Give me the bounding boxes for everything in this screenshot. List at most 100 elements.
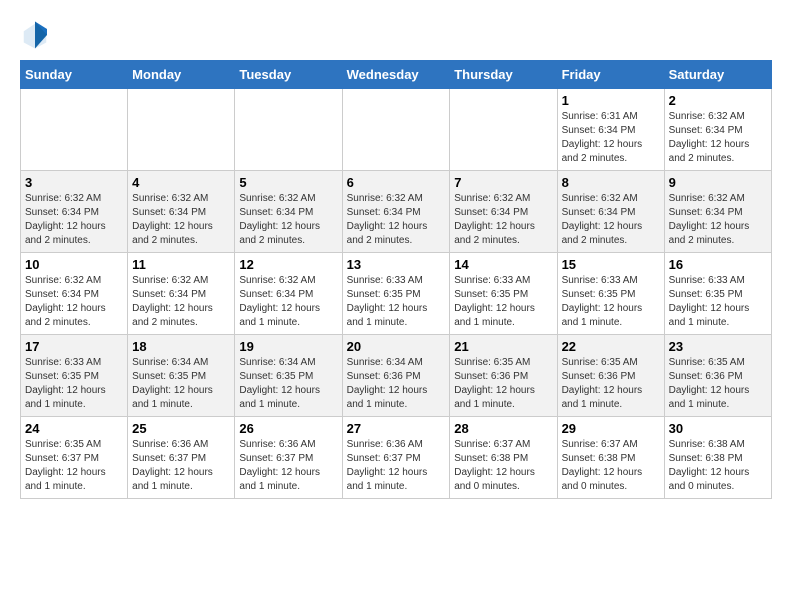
weekday-header-cell: Wednesday	[342, 61, 450, 89]
calendar-day-cell: 11 Sunrise: 6:32 AM Sunset: 6:34 PM Dayli…	[128, 253, 235, 335]
calendar-body: 1 Sunrise: 6:31 AM Sunset: 6:34 PM Daylig…	[21, 89, 772, 499]
day-info: Sunrise: 6:33 AM Sunset: 6:35 PM Dayligh…	[669, 274, 767, 330]
day-info: Sunrise: 6:34 AM Sunset: 6:35 PM Dayligh…	[239, 356, 337, 412]
calendar-day-cell: 14Sunrise: 6:33 AM Sunset: 6:35 PM Dayli…	[450, 253, 557, 335]
day-info: Sunrise: 6:36 AM Sunset: 6:37 PM Dayligh…	[239, 438, 337, 494]
calendar-day-cell: 28 Sunrise: 6:37 AM Sunset: 6:38 PM Dayli…	[450, 417, 557, 499]
calendar-day-cell: 4 Sunrise: 6:32 AM Sunset: 6:34 PM Daylig…	[128, 171, 235, 253]
day-info: Sunrise: 6:32 AM Sunset: 6:34 PM Dayligh…	[132, 274, 230, 330]
day-number: 28	[454, 421, 552, 436]
calendar-day-cell: 6 Sunrise: 6:32 AM Sunset: 6:34 PM Daylig…	[342, 171, 450, 253]
day-info: Sunrise: 6:36 AM Sunset: 6:37 PM Dayligh…	[132, 438, 230, 494]
calendar-day-cell	[450, 89, 557, 171]
day-number: 11	[132, 257, 230, 272]
calendar-day-cell: 18Sunrise: 6:34 AM Sunset: 6:35 PM Dayli…	[128, 335, 235, 417]
day-number: 7	[454, 175, 552, 190]
calendar-day-cell: 29Sunrise: 6:37 AM Sunset: 6:38 PM Dayli…	[557, 417, 664, 499]
calendar-day-cell: 16Sunrise: 6:33 AM Sunset: 6:35 PM Dayli…	[664, 253, 771, 335]
calendar-day-cell: 30 Sunrise: 6:38 AM Sunset: 6:38 PM Dayli…	[664, 417, 771, 499]
day-number: 1	[562, 93, 660, 108]
day-number: 30	[669, 421, 767, 436]
day-info: Sunrise: 6:35 AM Sunset: 6:36 PM Dayligh…	[454, 356, 552, 412]
day-info: Sunrise: 6:33 AM Sunset: 6:35 PM Dayligh…	[347, 274, 446, 330]
weekday-header-row: SundayMondayTuesdayWednesdayThursdayFrid…	[21, 61, 772, 89]
day-info: Sunrise: 6:32 AM Sunset: 6:34 PM Dayligh…	[25, 192, 123, 248]
calendar-day-cell: 17 Sunrise: 6:33 AM Sunset: 6:35 PM Dayli…	[21, 335, 128, 417]
day-number: 2	[669, 93, 767, 108]
day-number: 27	[347, 421, 446, 436]
calendar-week-row: 24 Sunrise: 6:35 AM Sunset: 6:37 PM Dayli…	[21, 417, 772, 499]
calendar-week-row: 3 Sunrise: 6:32 AM Sunset: 6:34 PM Daylig…	[21, 171, 772, 253]
day-number: 15	[562, 257, 660, 272]
logo-icon	[20, 20, 50, 50]
day-info: Sunrise: 6:34 AM Sunset: 6:36 PM Dayligh…	[347, 356, 446, 412]
calendar-day-cell: 22 Sunrise: 6:35 AM Sunset: 6:36 PM Dayli…	[557, 335, 664, 417]
calendar-day-cell: 23 Sunrise: 6:35 AM Sunset: 6:36 PM Dayli…	[664, 335, 771, 417]
calendar-day-cell: 5 Sunrise: 6:32 AM Sunset: 6:34 PM Daylig…	[235, 171, 342, 253]
weekday-header-cell: Friday	[557, 61, 664, 89]
day-number: 25	[132, 421, 230, 436]
calendar-day-cell: 27Sunrise: 6:36 AM Sunset: 6:37 PM Dayli…	[342, 417, 450, 499]
day-info: Sunrise: 6:32 AM Sunset: 6:34 PM Dayligh…	[347, 192, 446, 248]
calendar-day-cell: 24 Sunrise: 6:35 AM Sunset: 6:37 PM Dayli…	[21, 417, 128, 499]
calendar-day-cell	[235, 89, 342, 171]
day-number: 26	[239, 421, 337, 436]
day-number: 10	[25, 257, 123, 272]
day-number: 17	[25, 339, 123, 354]
day-info: Sunrise: 6:32 AM Sunset: 6:34 PM Dayligh…	[454, 192, 552, 248]
day-info: Sunrise: 6:35 AM Sunset: 6:37 PM Dayligh…	[25, 438, 123, 494]
day-info: Sunrise: 6:32 AM Sunset: 6:34 PM Dayligh…	[239, 192, 337, 248]
calendar-day-cell: 7 Sunrise: 6:32 AM Sunset: 6:34 PM Daylig…	[450, 171, 557, 253]
day-info: Sunrise: 6:33 AM Sunset: 6:35 PM Dayligh…	[454, 274, 552, 330]
calendar-day-cell: 19 Sunrise: 6:34 AM Sunset: 6:35 PM Dayli…	[235, 335, 342, 417]
day-info: Sunrise: 6:32 AM Sunset: 6:34 PM Dayligh…	[669, 192, 767, 248]
calendar-day-cell: 13 Sunrise: 6:33 AM Sunset: 6:35 PM Dayli…	[342, 253, 450, 335]
day-number: 23	[669, 339, 767, 354]
calendar-day-cell: 9 Sunrise: 6:32 AM Sunset: 6:34 PM Daylig…	[664, 171, 771, 253]
calendar-day-cell: 1 Sunrise: 6:31 AM Sunset: 6:34 PM Daylig…	[557, 89, 664, 171]
calendar-day-cell	[342, 89, 450, 171]
calendar-day-cell: 21 Sunrise: 6:35 AM Sunset: 6:36 PM Dayli…	[450, 335, 557, 417]
day-number: 29	[562, 421, 660, 436]
weekday-header-cell: Saturday	[664, 61, 771, 89]
day-info: Sunrise: 6:32 AM Sunset: 6:34 PM Dayligh…	[562, 192, 660, 248]
calendar-day-cell	[128, 89, 235, 171]
day-info: Sunrise: 6:35 AM Sunset: 6:36 PM Dayligh…	[562, 356, 660, 412]
day-info: Sunrise: 6:32 AM Sunset: 6:34 PM Dayligh…	[669, 110, 767, 166]
calendar-day-cell: 8 Sunrise: 6:32 AM Sunset: 6:34 PM Daylig…	[557, 171, 664, 253]
day-info: Sunrise: 6:38 AM Sunset: 6:38 PM Dayligh…	[669, 438, 767, 494]
day-info: Sunrise: 6:35 AM Sunset: 6:36 PM Dayligh…	[669, 356, 767, 412]
day-number: 6	[347, 175, 446, 190]
calendar-day-cell: 26 Sunrise: 6:36 AM Sunset: 6:37 PM Dayli…	[235, 417, 342, 499]
day-number: 8	[562, 175, 660, 190]
calendar-day-cell: 3 Sunrise: 6:32 AM Sunset: 6:34 PM Daylig…	[21, 171, 128, 253]
logo	[20, 20, 54, 50]
day-number: 21	[454, 339, 552, 354]
calendar-day-cell: 10 Sunrise: 6:32 AM Sunset: 6:34 PM Dayli…	[21, 253, 128, 335]
calendar-week-row: 1 Sunrise: 6:31 AM Sunset: 6:34 PM Daylig…	[21, 89, 772, 171]
day-number: 4	[132, 175, 230, 190]
day-number: 24	[25, 421, 123, 436]
day-info: Sunrise: 6:32 AM Sunset: 6:34 PM Dayligh…	[132, 192, 230, 248]
page-header	[20, 20, 772, 50]
day-number: 19	[239, 339, 337, 354]
calendar-day-cell: 20 Sunrise: 6:34 AM Sunset: 6:36 PM Dayli…	[342, 335, 450, 417]
day-info: Sunrise: 6:37 AM Sunset: 6:38 PM Dayligh…	[454, 438, 552, 494]
calendar-week-row: 17 Sunrise: 6:33 AM Sunset: 6:35 PM Dayli…	[21, 335, 772, 417]
calendar-day-cell: 2 Sunrise: 6:32 AM Sunset: 6:34 PM Daylig…	[664, 89, 771, 171]
day-info: Sunrise: 6:33 AM Sunset: 6:35 PM Dayligh…	[562, 274, 660, 330]
calendar-day-cell: 12Sunrise: 6:32 AM Sunset: 6:34 PM Dayli…	[235, 253, 342, 335]
day-number: 20	[347, 339, 446, 354]
day-info: Sunrise: 6:33 AM Sunset: 6:35 PM Dayligh…	[25, 356, 123, 412]
day-number: 5	[239, 175, 337, 190]
day-number: 3	[25, 175, 123, 190]
day-info: Sunrise: 6:32 AM Sunset: 6:34 PM Dayligh…	[25, 274, 123, 330]
day-number: 22	[562, 339, 660, 354]
day-info: Sunrise: 6:31 AM Sunset: 6:34 PM Dayligh…	[562, 110, 660, 166]
calendar-day-cell	[21, 89, 128, 171]
day-number: 18	[132, 339, 230, 354]
day-number: 13	[347, 257, 446, 272]
calendar: SundayMondayTuesdayWednesdayThursdayFrid…	[20, 60, 772, 499]
day-number: 9	[669, 175, 767, 190]
calendar-day-cell: 25 Sunrise: 6:36 AM Sunset: 6:37 PM Dayli…	[128, 417, 235, 499]
